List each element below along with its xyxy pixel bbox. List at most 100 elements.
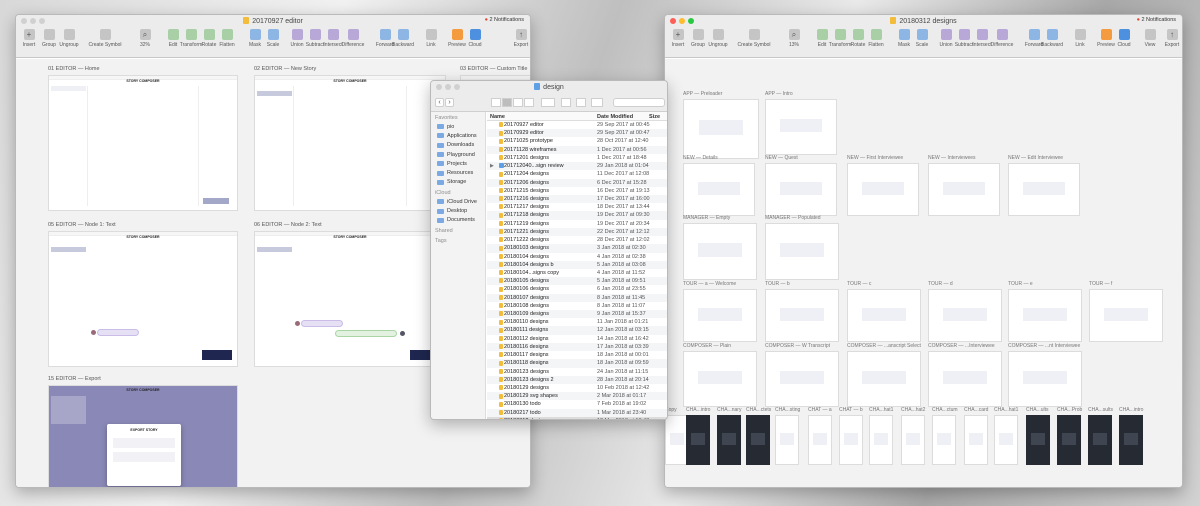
- disclosure-triangle-icon[interactable]: ▶: [490, 163, 494, 169]
- file-row[interactable]: 20171025 prototype 28 Oct 2017 at 12:40: [487, 137, 667, 145]
- file-row[interactable]: 20180112 designs 14 Jan 2018 at 16:42: [487, 335, 667, 343]
- sidebar-item-documents[interactable]: Documents: [431, 216, 485, 225]
- notifications-label[interactable]: 2 Notifications: [489, 17, 524, 23]
- sidebar-item-pio[interactable]: pio: [431, 122, 485, 131]
- toolbar-button-view[interactable]: View: [1139, 29, 1161, 48]
- column-view-button[interactable]: [513, 98, 523, 107]
- tags-button[interactable]: [591, 98, 603, 107]
- artboard-thumbnail[interactable]: NEW — Interviewees: [928, 155, 1000, 216]
- file-row[interactable]: 20180217 todo 1 Mar 2018 at 23:40: [487, 408, 667, 417]
- artboard-thumbnail[interactable]: MANAGER — Empty: [683, 215, 757, 280]
- artboard-thumbnail[interactable]: NEW — Quest: [765, 155, 837, 216]
- file-row[interactable]: 20171219 designs 19 Dec 2017 at 20:34: [487, 220, 667, 228]
- search-input[interactable]: [613, 98, 665, 107]
- toolbar-button-ungroup[interactable]: Ungroup: [58, 29, 80, 48]
- sidebar-item-projects[interactable]: Projects: [431, 159, 485, 168]
- artboard-thumbnail[interactable]: CHA...ctum: [932, 407, 958, 465]
- date-column-header[interactable]: Date Modified: [597, 114, 633, 120]
- artboard-thumbnail[interactable]: CHA...intro: [686, 407, 710, 465]
- artboard-thumbnail[interactable]: COMPOSER — ...Interviewee: [928, 343, 1002, 407]
- toolbar-button-insert[interactable]: + Insert: [18, 29, 40, 48]
- file-row[interactable]: 20171221 designs 22 Dec 2017 at 12:12: [487, 227, 667, 237]
- sidebar-item-resources[interactable]: Resources: [431, 168, 485, 177]
- file-row[interactable]: 20180118 designs 18 Jan 2018 at 09:59: [487, 359, 667, 368]
- artboard-node-1[interactable]: 05 EDITOR — Node 1: Text STORY COMPOSER: [48, 222, 238, 367]
- toolbar-button-group[interactable]: Group: [38, 29, 60, 48]
- toolbar-button-link[interactable]: Link: [420, 29, 442, 48]
- file-row[interactable]: 20170927 editor 29 Sep 2017 at 00:45: [487, 121, 667, 129]
- artboard-thumbnail[interactable]: CHAT — b: [839, 407, 863, 465]
- artboard-thumbnail[interactable]: CHA...sting: [775, 407, 800, 465]
- artboard-thumbnail[interactable]: COMPOSER — ...nt Interviewee: [1008, 343, 1082, 407]
- toolbar-button-flatten[interactable]: Flatten: [865, 29, 887, 48]
- toolbar-button-13-[interactable]: ⌕ 13%: [783, 29, 805, 48]
- toolbar-button-difference[interactable]: Difference: [342, 29, 364, 48]
- file-row[interactable]: 20180109 designs 9 Jan 2018 at 15:37: [487, 310, 667, 319]
- toolbar-button-scale[interactable]: Scale: [262, 29, 284, 48]
- artboard-thumbnail[interactable]: NEW — First Interviewee: [847, 155, 919, 216]
- back-button[interactable]: ‹: [435, 98, 444, 107]
- file-row[interactable]: 20180108 designs 8 Jan 2018 at 11:07: [487, 302, 667, 310]
- file-row[interactable]: 20171217 designs 18 Dec 2017 at 13:44: [487, 203, 667, 211]
- artboard-thumbnail[interactable]: CHA...hat2: [901, 407, 925, 465]
- artboard-thumbnail[interactable]: CHA...Prob: [1057, 407, 1082, 465]
- toolbar-button-backward[interactable]: Backward: [1041, 29, 1063, 48]
- artboard-thumbnail[interactable]: TOUR — c: [847, 281, 921, 342]
- artboard-home[interactable]: 01 EDITOR — Home STORY COMPOSER: [48, 66, 238, 211]
- artboard-thumbnail[interactable]: MANAGER — Populated: [765, 215, 839, 280]
- toolbar-button-insert[interactable]: + Insert: [667, 29, 689, 48]
- artboard-thumbnail[interactable]: CHAT — a: [808, 407, 832, 465]
- toolbar-button-32-[interactable]: ⌕ 32%: [134, 29, 156, 48]
- file-row[interactable]: 20171204 designs 11 Dec 2017 at 12:08: [487, 170, 667, 178]
- artboard-thumbnail[interactable]: CHA...nary: [717, 407, 741, 465]
- toolbar-button-ungroup[interactable]: Ungroup: [707, 29, 729, 48]
- toolbar-button-link[interactable]: Link: [1069, 29, 1091, 48]
- artboard-thumbnail[interactable]: CHA...intro: [1119, 407, 1143, 465]
- artboard-thumbnail[interactable]: CHA...ctets: [746, 407, 771, 465]
- artboard-thumbnail[interactable]: CHA...hat1: [994, 407, 1018, 465]
- list-view-button[interactable]: [502, 98, 512, 107]
- artboard-export[interactable]: 15 EDITOR — Export STORY COMPOSER EXPORT…: [48, 376, 238, 487]
- artboard-new-story[interactable]: 02 EDITOR — New Story STORY COMPOSER: [254, 66, 446, 211]
- forward-button[interactable]: ›: [445, 98, 454, 107]
- artboard-thumbnail[interactable]: CHA...hat1: [869, 407, 893, 465]
- file-row[interactable]: 20171128 wireframes 1 Dec 2017 at 00:56: [487, 145, 667, 154]
- artboard-thumbnail[interactable]: CHA...sults: [1088, 407, 1113, 465]
- artboard-thumbnail[interactable]: COMPOSER — Plain: [683, 343, 757, 407]
- name-column-header[interactable]: Name: [490, 114, 505, 120]
- artboard-thumbnail[interactable]: APP — Intro: [765, 91, 837, 155]
- artboard-thumbnail[interactable]: COMPOSER — W Transcript: [765, 343, 839, 407]
- toolbar-button-difference[interactable]: Difference: [991, 29, 1013, 48]
- file-row[interactable]: 20180123 designs 2 28 Jan 2018 at 20:14: [487, 375, 667, 384]
- file-row[interactable]: 20180104 designs b 5 Jan 2018 at 03:08: [487, 260, 667, 269]
- sidebar-item-icloud-drive[interactable]: iCloud Drive: [431, 197, 485, 206]
- notifications-label[interactable]: 2 Notifications: [1141, 17, 1176, 23]
- artboard-thumbnail[interactable]: TOUR — e: [1008, 281, 1082, 342]
- toolbar-button-export[interactable]: ↑ Export: [1161, 29, 1182, 48]
- toolbar-button-flatten[interactable]: Flatten: [216, 29, 238, 48]
- file-row[interactable]: 20180116 designs 17 Jan 2018 at 03:39: [487, 342, 667, 352]
- size-column-header[interactable]: Size: [649, 114, 660, 120]
- file-row[interactable]: ▶ 201712040...sign review 29 Jan 2018 at 0…: [487, 162, 667, 171]
- sidebar-item-downloads[interactable]: Downloads: [431, 141, 485, 150]
- artboard-thumbnail[interactable]: COMPOSER — ...anscript Select: [847, 343, 921, 407]
- toolbar-button-group[interactable]: Group: [687, 29, 709, 48]
- file-row[interactable]: 20171215 designs 16 Dec 2017 at 19:13: [487, 187, 667, 195]
- toolbar-button-cloud[interactable]: Cloud: [1113, 29, 1135, 48]
- sidebar-item-storage[interactable]: Storage: [431, 178, 485, 187]
- artboard-thumbnail[interactable]: NEW — Details: [683, 155, 755, 216]
- file-row[interactable]: 20180106 designs 6 Jan 2018 at 23:55: [487, 285, 667, 293]
- toolbar-button-backward[interactable]: Backward: [392, 29, 414, 48]
- file-row[interactable]: 20180111 designs 12 Jan 2018 at 03:15: [487, 326, 667, 335]
- file-row[interactable]: 20180105 designs 5 Jan 2018 at 09:51: [487, 277, 667, 286]
- file-row[interactable]: 20180117 designs 18 Jan 2018 at 00:01: [487, 351, 667, 359]
- file-row[interactable]: 20171218 designs 19 Dec 2017 at 09:30: [487, 211, 667, 220]
- sidebar-item-applications[interactable]: Applications: [431, 131, 485, 140]
- artboard-thumbnail[interactable]: TOUR — d: [928, 281, 1002, 342]
- toolbar-button-cloud[interactable]: Cloud: [464, 29, 486, 48]
- sidebar-item-playground[interactable]: Playground: [431, 150, 485, 159]
- file-row[interactable]: 20180104...signs copy 4 Jan 2018 at 11:52: [487, 269, 667, 277]
- file-row[interactable]: 20180312 designs 12 Mar 2018 at 10:43: [487, 416, 667, 419]
- toolbar-button-export[interactable]: ↑ Export: [510, 29, 530, 48]
- file-row[interactable]: 20180107 designs 8 Jan 2018 at 11:45: [487, 293, 667, 302]
